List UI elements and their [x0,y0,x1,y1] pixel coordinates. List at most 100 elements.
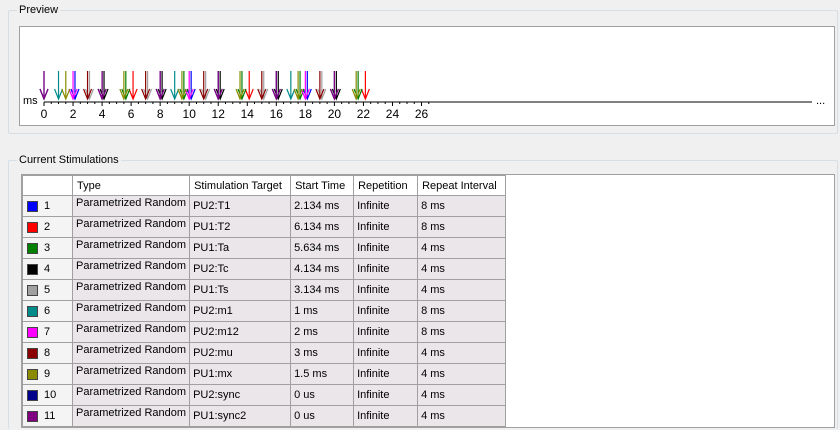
row-number: 6 [44,305,51,318]
cell-repetition[interactable]: Infinite [353,195,419,217]
cell-target[interactable]: PU1:sync2 [189,405,292,427]
cell-repetition[interactable]: Infinite [353,342,419,364]
cell-repeat-interval[interactable]: 4 ms [417,363,507,385]
cell-repetition[interactable]: Infinite [353,300,419,322]
current-stimulations-title: Current Stimulations [17,153,121,167]
header-repeat-interval[interactable]: Repeat Interval [417,175,507,196]
cell-type[interactable]: Parametrized Random [71,321,191,343]
cell-type[interactable]: Parametrized Random [71,342,191,364]
row-header[interactable]: 9 [22,363,73,385]
cell-type[interactable]: Parametrized Random [71,405,191,427]
cell-type[interactable]: Parametrized Random [71,300,191,322]
tick-label: 8 [157,107,164,121]
cell-type[interactable]: Parametrized Random [71,258,191,280]
cell-repetition[interactable]: Infinite [353,279,419,301]
row-header[interactable]: 4 [22,258,73,280]
stimulation-arrow [155,71,165,101]
cell-repeat-interval[interactable]: 4 ms [417,237,507,259]
color-swatch [27,326,38,338]
cell-repetition[interactable]: Infinite [353,363,419,385]
cell-start-time[interactable]: 2 ms [290,321,355,343]
table-row[interactable]: 7 Parametrized Random PU2:m12 2 ms Infinite 8… [22,321,507,343]
cell-target[interactable]: PU1:Ta [189,237,292,259]
row-header[interactable]: 5 [22,279,73,301]
stimulation-arrow [177,71,187,101]
stimulation-arrow [286,71,296,101]
cell-repeat-interval[interactable]: 8 ms [417,216,507,238]
stimulation-arrow [271,71,281,101]
row-header[interactable]: 7 [22,321,73,343]
cell-type[interactable]: Parametrized Random [71,237,191,259]
table-row[interactable]: 4 Parametrized Random PU2:Tc 4.134 ms Infini… [22,258,507,280]
cell-repeat-interval[interactable]: 4 ms [417,405,507,427]
table-row[interactable]: 9 Parametrized Random PU1:mx 1.5 ms Infinite… [22,363,507,385]
row-header[interactable]: 10 [22,384,73,406]
row-header[interactable]: 1 [22,195,73,217]
table-row[interactable]: 5 Parametrized Random PU1:Ts 3.134 ms Infini… [22,279,507,301]
cell-type[interactable]: Parametrized Random [71,195,191,217]
table-row[interactable]: 8 Parametrized Random PU2:mu 3 ms Infinite 4 … [22,342,507,364]
tick-label: 10 [183,107,197,121]
cell-start-time[interactable]: 0 us [290,405,355,427]
cell-type[interactable]: Parametrized Random [71,384,191,406]
stimulations-grid[interactable]: Type Stimulation Target Start Time Repet… [21,174,835,428]
cell-repeat-interval[interactable]: 4 ms [417,258,507,280]
cell-repeat-interval[interactable]: 4 ms [417,384,507,406]
cell-start-time[interactable]: 2.134 ms [290,195,355,217]
preview-timeline[interactable]: ms... 0 2 4 6 8 10 12 14 16 18 20 22 24 26 [19,26,835,126]
cell-target[interactable]: PU2:T1 [189,195,292,217]
cell-repetition[interactable]: Infinite [353,321,419,343]
cell-start-time[interactable]: 6.134 ms [290,216,355,238]
cell-target[interactable]: PU1:T2 [189,216,292,238]
tick-label: 22 [357,107,371,121]
cell-start-time[interactable]: 1.5 ms [290,363,355,385]
cell-type[interactable]: Parametrized Random [71,363,191,385]
cell-start-time[interactable]: 3 ms [290,342,355,364]
cell-repetition[interactable]: Infinite [353,405,419,427]
row-header[interactable]: 3 [22,237,73,259]
cell-repeat-interval[interactable]: 4 ms [417,279,507,301]
table-row[interactable]: 1 Parametrized Random PU2:T1 2.134 ms Infini… [22,195,507,217]
cell-start-time[interactable]: 5.634 ms [290,237,355,259]
row-number: 10 [44,389,57,402]
color-swatch [27,389,38,401]
table-row[interactable]: 2 Parametrized Random PU1:T2 6.134 ms Infini… [22,216,507,238]
cell-type[interactable]: Parametrized Random [71,216,191,238]
cell-target[interactable]: PU2:m12 [189,321,292,343]
cell-repeat-interval[interactable]: 8 ms [417,300,507,322]
table-row[interactable]: 3 Parametrized Random PU1:Ta 5.634 ms Infini… [22,237,507,259]
row-header[interactable]: 6 [22,300,73,322]
table-row[interactable]: 11 Parametrized Random PU1:sync2 0 us Infini… [22,405,507,427]
cell-repetition[interactable]: Infinite [353,384,419,406]
header-type[interactable]: Type [71,175,191,196]
cell-target[interactable]: PU2:sync [189,384,292,406]
cell-repeat-interval[interactable]: 4 ms [417,342,507,364]
cell-target[interactable]: PU1:Ts [189,279,292,301]
color-swatch [27,242,38,254]
table-row[interactable]: 6 Parametrized Random PU2:m1 1 ms Infinite 8 … [22,300,507,322]
cell-repetition[interactable]: Infinite [353,216,419,238]
cell-type[interactable]: Parametrized Random [71,279,191,301]
tick-label: 18 [299,107,313,121]
cell-start-time[interactable]: 4.134 ms [290,258,355,280]
row-header[interactable]: 11 [22,405,73,427]
row-header[interactable]: 2 [22,216,73,238]
stimulation-arrow [53,71,64,101]
row-header[interactable]: 8 [22,342,73,364]
cell-repetition[interactable]: Infinite [353,237,419,259]
cell-target[interactable]: PU2:Tc [189,258,292,280]
stimulation-arrow [213,71,223,101]
cell-repeat-interval[interactable]: 8 ms [417,321,507,343]
cell-target[interactable]: PU2:m1 [189,300,292,322]
header-stimulation-target[interactable]: Stimulation Target [189,175,292,196]
cell-start-time[interactable]: 0 us [290,384,355,406]
table-row[interactable]: 10 Parametrized Random PU2:sync 0 us Infinit… [22,384,507,406]
header-repetition[interactable]: Repetition [353,175,419,196]
cell-repeat-interval[interactable]: 8 ms [417,195,507,217]
cell-repetition[interactable]: Infinite [353,258,419,280]
cell-start-time[interactable]: 3.134 ms [290,279,355,301]
cell-target[interactable]: PU1:mx [189,363,292,385]
cell-start-time[interactable]: 1 ms [290,300,355,322]
cell-target[interactable]: PU2:mu [189,342,292,364]
header-start-time[interactable]: Start Time [290,175,355,196]
